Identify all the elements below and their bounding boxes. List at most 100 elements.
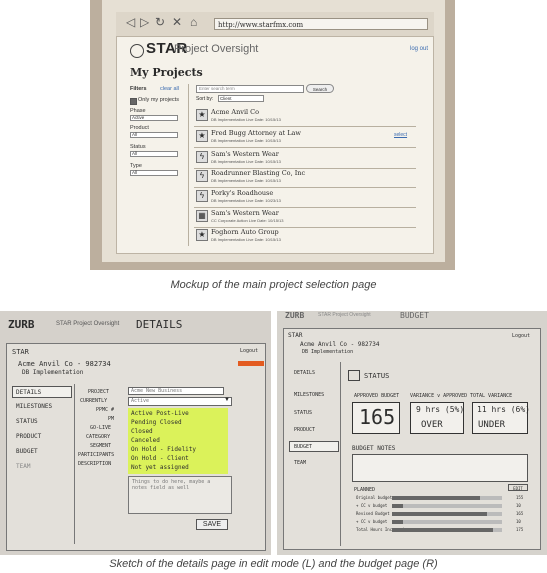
- option-item[interactable]: Not yet assigned: [131, 464, 189, 471]
- bolt-icon: ϟ: [196, 190, 208, 202]
- filter-phase-label: Phase: [130, 108, 146, 114]
- project-meta: DB Implementation Live Date: 10/23/13: [211, 198, 281, 203]
- nav-status[interactable]: STATUS: [294, 410, 312, 416]
- budget-row-bar-fill: [392, 512, 487, 516]
- nav-details[interactable]: DETAILS: [294, 370, 315, 376]
- budget-row-bar-fill: [392, 528, 493, 532]
- home-icon[interactable]: ⌂: [190, 15, 197, 29]
- field-project: PROJECT: [88, 389, 110, 395]
- filter-status-label: Status: [130, 144, 146, 150]
- list-item[interactable]: ★ Acme Anvil Co DB Implementation Live D…: [194, 106, 416, 127]
- logout-link[interactable]: Logout: [240, 348, 258, 354]
- back-icon[interactable]: ◁: [126, 15, 135, 29]
- search-button[interactable]: Search: [306, 84, 334, 93]
- nav-budget[interactable]: BUDGET: [16, 448, 38, 455]
- option-item[interactable]: On Hold - Fidelity: [131, 446, 196, 453]
- budget-row-label: + CC v budget: [356, 519, 388, 524]
- list-item[interactable]: ▦ Sam's Western Wear CC Corporate Action…: [194, 207, 416, 228]
- project-name: Foghorn Auto Group: [211, 228, 279, 236]
- budget-row-label: Revised Budget: [356, 511, 390, 516]
- refresh-icon[interactable]: ↻: [155, 15, 165, 29]
- nav-budget[interactable]: BUDGET: [294, 444, 312, 450]
- option-item[interactable]: On Hold - Client: [131, 455, 189, 462]
- star-logo: STAR: [288, 332, 303, 339]
- budget-row-value: 10: [516, 503, 521, 508]
- section-title: BUDGET: [400, 311, 429, 320]
- only-my-projects-checkbox[interactable]: [130, 98, 137, 105]
- star-icon: ★: [196, 130, 208, 142]
- clear-all-link[interactable]: clear all: [160, 86, 179, 92]
- planned-label: PLANNED: [354, 487, 376, 493]
- option-item[interactable]: Active Post-Live: [131, 410, 189, 417]
- project-name: Acme Anvil Co: [211, 108, 260, 116]
- star-icon: ★: [196, 229, 208, 241]
- star-icon: ★: [196, 109, 208, 121]
- list-item[interactable]: ϟ Roadrunner Blasting Co, Inc DB Impleme…: [194, 167, 416, 188]
- field-segment: SEGMENT: [90, 443, 112, 449]
- project-meta: DB Implementation Live Date: 10/15/13: [211, 237, 281, 242]
- budget-notes-field[interactable]: [352, 454, 528, 482]
- search-input[interactable]: Enter search term: [196, 85, 304, 93]
- status-title: STATUS: [364, 372, 390, 380]
- nav-details[interactable]: DETAILS: [16, 389, 41, 396]
- logo-subtitle: Project Oversight: [174, 43, 259, 55]
- app-name: STAR Project Oversight: [318, 312, 371, 318]
- project-name: Porky's Roadhouse: [211, 189, 274, 197]
- nav-team[interactable]: TEAM: [294, 460, 306, 466]
- budget-row-bar-fill: [392, 504, 403, 508]
- option-item[interactable]: Closed: [131, 428, 153, 435]
- url-bar[interactable]: http://www.starfmx.com: [214, 18, 428, 30]
- logout-link[interactable]: log out: [410, 46, 428, 52]
- only-my-projects-label: Only my projects: [138, 97, 179, 103]
- filter-type-select[interactable]: All: [130, 170, 178, 176]
- option-item[interactable]: Canceled: [131, 437, 160, 444]
- nav-product[interactable]: PRODUCT: [294, 427, 315, 433]
- budget-row-value: 155: [516, 495, 524, 500]
- budget-row-bar-fill: [392, 520, 403, 524]
- select-link[interactable]: select: [394, 132, 407, 138]
- budget-row-label: + CC v budget: [356, 503, 388, 508]
- bolt-icon: ϟ: [196, 151, 208, 163]
- chevron-down-icon[interactable]: ▼: [224, 397, 230, 403]
- nav-status[interactable]: STATUS: [16, 418, 38, 425]
- zurb-logo: ZURB: [285, 311, 305, 320]
- col-approved: APPROVED BUDGET: [354, 393, 400, 399]
- nav-team[interactable]: TEAM: [16, 463, 30, 470]
- currently-select-value: Active: [131, 398, 150, 404]
- option-item[interactable]: Pending Closed: [131, 419, 182, 426]
- list-item[interactable]: ★ Foghorn Auto Group DB Implementation L…: [194, 226, 416, 246]
- field-participants: PARTICIPANTS: [78, 452, 115, 458]
- filter-status-select[interactable]: All: [130, 151, 178, 157]
- field-description: DESCRIPTION: [78, 461, 112, 467]
- col-variance: VARIANCE v APPROVED: [410, 393, 468, 399]
- app-name: STAR Project Oversight: [56, 321, 120, 327]
- nav-product[interactable]: PRODUCT: [16, 433, 41, 440]
- project-name: Sam's Western Wear: [211, 150, 279, 158]
- field-pm: PM: [108, 416, 115, 422]
- list-item[interactable]: ϟ Porky's Roadhouse DB Implementation Li…: [194, 187, 416, 208]
- filter-product-select[interactable]: All: [130, 132, 178, 138]
- filter-type-label: Type: [130, 163, 142, 169]
- nav-milestones[interactable]: MILESTONES: [16, 403, 52, 410]
- filter-phase-select[interactable]: Active: [130, 115, 178, 121]
- logout-link[interactable]: Logout: [512, 333, 530, 339]
- list-item[interactable]: ★ Fred Bugg Attorney at Law DB Implement…: [194, 127, 416, 148]
- approved-budget-value: 165: [359, 405, 396, 429]
- sidebar-divider: [188, 84, 189, 246]
- variance-word: OVER: [421, 420, 443, 430]
- sort-select[interactable]: Client: [218, 95, 264, 102]
- project-meta: DB Implementation Live Date: 10/15/13: [211, 117, 281, 122]
- save-button[interactable]: SAVE: [196, 519, 228, 530]
- budget-row-bar: [392, 520, 502, 524]
- nav-divider: [74, 384, 75, 544]
- forward-icon[interactable]: ▷: [140, 15, 149, 29]
- project-name: Sam's Western Wear: [211, 209, 279, 217]
- edit-button[interactable]: EDIT: [508, 484, 528, 491]
- nav-milestones[interactable]: MILESTONES: [294, 392, 324, 398]
- caption-top: Mockup of the main project selection pag…: [170, 279, 377, 291]
- list-item[interactable]: ϟ Sam's Western Wear DB Implementation L…: [194, 148, 416, 169]
- close-icon[interactable]: ✕: [172, 15, 182, 29]
- budget-row-value: 175: [516, 527, 524, 532]
- budget-row-value: 10: [516, 519, 521, 524]
- project-meta: CC Corporate Action Live Date: 10/15/13: [211, 218, 284, 223]
